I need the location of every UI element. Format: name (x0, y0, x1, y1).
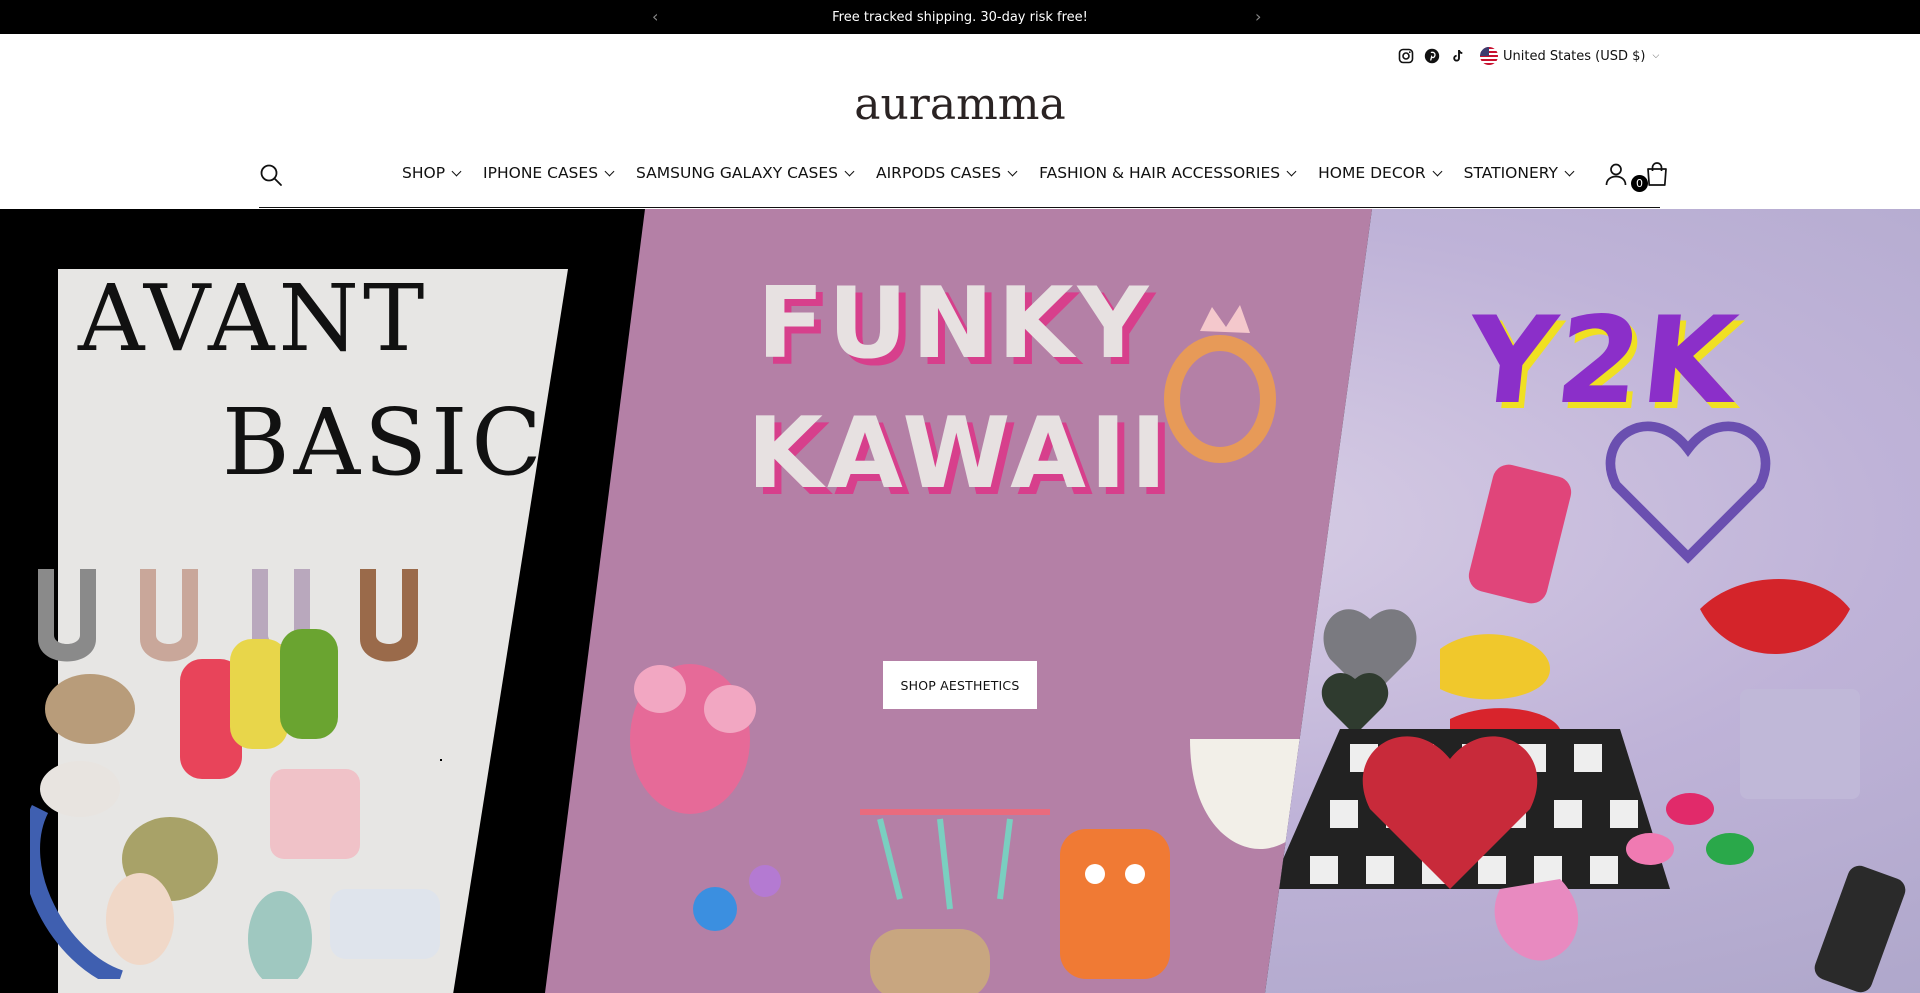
nav-item-label: SHOP (402, 164, 446, 182)
nav-item-label: FASHION & HAIR ACCESSORIES (1039, 164, 1281, 182)
chevron-down-icon (1432, 166, 1443, 176)
country-label: United States (USD $) (1503, 48, 1646, 64)
cart-count-badge: 0 (1631, 175, 1648, 192)
nav-item-label: SAMSUNG GALAXY CASES (636, 164, 838, 182)
y2k-title: Y2K (1460, 292, 1745, 431)
chevron-down-icon (604, 166, 615, 176)
cart-icon[interactable] (1644, 161, 1670, 191)
nav-item-label: IPHONE CASES (483, 164, 599, 182)
funky-title: FUNKY (757, 267, 1153, 381)
chevron-down-icon (1286, 166, 1297, 176)
chevron-down-icon (451, 166, 462, 176)
nav-item-fashion-hair-accessories[interactable]: FASHION & HAIR ACCESSORIES (1039, 164, 1297, 182)
nav-item-samsung-galaxy-cases[interactable]: SAMSUNG GALAXY CASES (636, 164, 855, 182)
chevron-right-icon[interactable]: › (1255, 7, 1261, 27)
announcement-bar: ‹ Free tracked shipping. 30-day risk fre… (0, 0, 1920, 34)
hero-banner: AVANT BASIC FUNKY KAWAII Y2K SHOP AESTHE… (0, 209, 1920, 993)
nav-item-stationery[interactable]: STATIONERY (1463, 164, 1575, 182)
nav-item-label: HOME DECOR (1318, 164, 1426, 182)
main-navigation: SHOP IPHONE CASES SAMSUNG GALAXY CASES A… (259, 158, 1667, 208)
site-logo[interactable]: auramma (0, 80, 1920, 130)
us-flag-icon (1480, 47, 1498, 65)
nav-item-shop[interactable]: SHOP (402, 164, 462, 182)
tiktok-icon[interactable] (1450, 48, 1466, 64)
account-icon[interactable] (1604, 162, 1628, 190)
avant-basic-products-image (30, 569, 442, 979)
nav-item-label: STATIONERY (1463, 164, 1559, 182)
kawaii-title: KAWAII (747, 397, 1171, 511)
instagram-icon[interactable] (1398, 48, 1414, 64)
announcement-text: Free tracked shipping. 30-day risk free! (832, 9, 1088, 25)
search-icon[interactable] (259, 163, 283, 191)
nav-item-airpods-cases[interactable]: AIRPODS CASES (876, 164, 1018, 182)
chevron-down-icon (844, 166, 855, 176)
basic-title: BASIC (222, 389, 546, 496)
pinterest-icon[interactable] (1424, 48, 1440, 64)
avant-title: AVANT (78, 265, 429, 372)
chevron-down-icon (1564, 166, 1575, 176)
chevron-left-icon[interactable]: ‹ (652, 7, 658, 27)
chevron-down-icon (1007, 166, 1018, 176)
country-selector[interactable]: United States (USD $) ⌵ (1480, 47, 1659, 65)
chevron-down-icon: ⌵ (1652, 51, 1660, 61)
nav-item-home-decor[interactable]: HOME DECOR (1318, 164, 1443, 182)
nav-item-iphone-cases[interactable]: IPHONE CASES (483, 164, 615, 182)
utility-bar: United States (USD $) ⌵ (1398, 44, 1659, 68)
nav-menu: SHOP IPHONE CASES SAMSUNG GALAXY CASES A… (402, 164, 1575, 182)
shop-aesthetics-button[interactable]: SHOP AESTHETICS (883, 661, 1037, 709)
social-links (1398, 48, 1466, 64)
nav-item-label: AIRPODS CASES (876, 164, 1002, 182)
